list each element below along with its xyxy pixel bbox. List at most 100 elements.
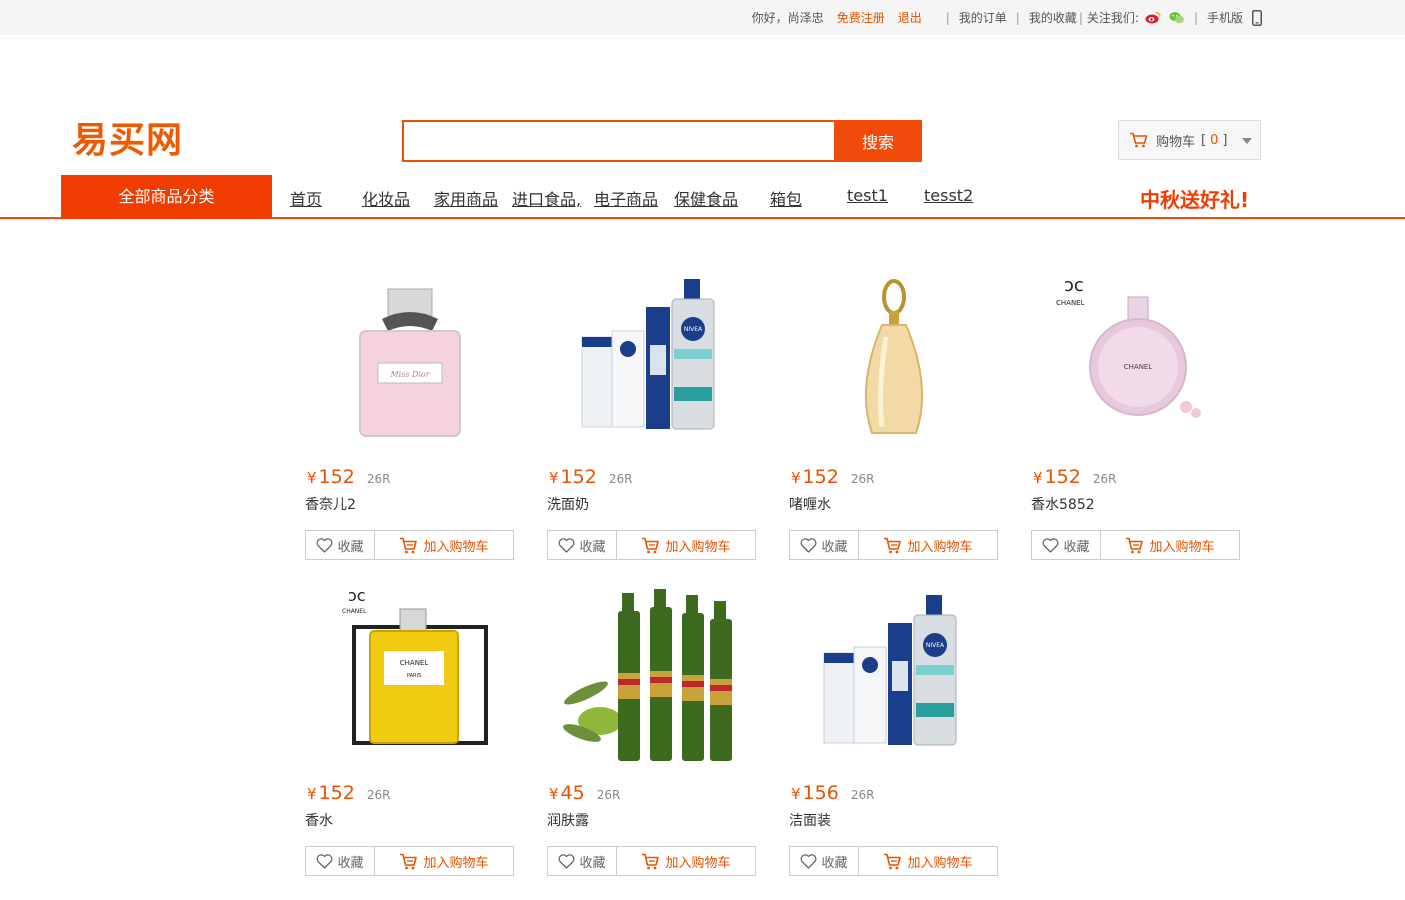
add-to-cart-label: 加入购物车	[665, 539, 731, 555]
add-to-cart-button[interactable]: 加入购物车	[859, 847, 997, 875]
favorite-button[interactable]: 收藏	[548, 531, 617, 559]
search-button[interactable]: 搜索	[834, 120, 922, 162]
product-price-row: ¥ 152 26R	[1033, 466, 1116, 488]
divider: |	[1015, 10, 1020, 25]
product-name[interactable]: 香水5852	[1031, 494, 1095, 514]
nav-item-tesst2[interactable]: tesst2	[924, 186, 973, 205]
cart-button[interactable]: 购物车 [ 0 ]	[1118, 120, 1261, 160]
add-to-cart-button[interactable]: 加入购物车	[1101, 531, 1239, 559]
heart-icon	[559, 537, 575, 553]
product-name[interactable]: 洗面奶	[547, 494, 589, 514]
product-name[interactable]: 香水	[305, 810, 333, 830]
shopping-cart-icon	[400, 537, 418, 553]
currency-symbol: ¥	[791, 785, 801, 803]
heart-icon	[317, 537, 333, 553]
shopping-cart-icon	[642, 853, 660, 869]
nav-item-electronics[interactable]: 电子商品	[594, 186, 658, 210]
currency-symbol: ¥	[307, 785, 317, 803]
mobile-version-link[interactable]: 手机版	[1207, 9, 1243, 26]
follow-us-label: 关注我们:	[1086, 11, 1139, 25]
product-price: 45	[560, 782, 585, 804]
product-actions: 收藏 加入购物车	[547, 530, 756, 560]
product-price-row: ¥ 152 26R	[307, 782, 390, 804]
favorite-button[interactable]: 收藏	[306, 847, 375, 875]
divider: |	[1193, 10, 1198, 25]
site-logo[interactable]: 易买网	[72, 117, 183, 163]
product-image[interactable]	[789, 262, 999, 452]
favorite-button[interactable]: 收藏	[790, 847, 859, 875]
product-name[interactable]: 洁面装	[789, 810, 831, 830]
favorite-label: 收藏	[579, 855, 606, 871]
product-price-row: ¥ 152 26R	[307, 466, 390, 488]
product-image[interactable]	[305, 578, 515, 768]
product-image[interactable]	[305, 262, 515, 452]
add-to-cart-button[interactable]: 加入购物车	[859, 531, 997, 559]
product-actions: 收藏 加入购物车	[1031, 530, 1240, 560]
heart-icon	[317, 853, 333, 869]
product-price: 152	[802, 466, 839, 488]
phone-icon[interactable]	[1252, 9, 1262, 26]
divider: |	[1078, 10, 1083, 25]
product-card: ¥ 45 26R 润肤露 收藏 加入购物车	[547, 578, 757, 878]
add-to-cart-button[interactable]: 加入购物车	[375, 847, 513, 875]
my-orders-link[interactable]: 我的订单	[959, 9, 1007, 26]
nav-item-imported-food[interactable]: 进口食品,	[512, 186, 581, 210]
product-image[interactable]	[1031, 262, 1241, 452]
nav-item-test1[interactable]: test1	[847, 186, 888, 205]
add-to-cart-label: 加入购物车	[423, 539, 489, 555]
product-name[interactable]: 啫喱水	[789, 494, 831, 514]
register-link[interactable]: 免费注册	[837, 9, 885, 26]
product-card: ¥ 152 26R 香水5852 收藏 加入购物车	[1031, 262, 1241, 562]
currency-symbol: ¥	[549, 469, 559, 487]
favorite-button[interactable]: 收藏	[790, 531, 859, 559]
favorite-label: 收藏	[821, 855, 848, 871]
nav-item-home[interactable]: 首页	[290, 186, 322, 210]
all-categories-button[interactable]: 全部商品分类	[61, 175, 272, 219]
favorite-button[interactable]: 收藏	[306, 531, 375, 559]
product-price-row: ¥ 45 26R	[549, 782, 620, 804]
product-price: 152	[560, 466, 597, 488]
favorite-label: 收藏	[337, 855, 364, 871]
product-image[interactable]	[547, 262, 757, 452]
favorite-label: 收藏	[821, 539, 848, 555]
search-input[interactable]	[402, 120, 834, 162]
mid-autumn-promo[interactable]: 中秋送好礼!	[1140, 184, 1249, 213]
product-image[interactable]	[547, 578, 757, 768]
product-card: ¥ 152 26R 洗面奶 收藏 加入购物车	[547, 262, 757, 562]
heart-icon	[559, 853, 575, 869]
add-to-cart-button[interactable]: 加入购物车	[617, 847, 755, 875]
product-price-row: ¥ 152 26R	[791, 466, 874, 488]
cart-label: 购物车	[1156, 134, 1196, 150]
shopping-cart-icon	[884, 853, 902, 869]
wechat-icon[interactable]	[1169, 11, 1185, 24]
shopping-cart-icon	[400, 853, 418, 869]
shopping-cart-icon	[1130, 132, 1148, 148]
heart-icon	[801, 853, 817, 869]
product-name[interactable]: 香奈儿2	[305, 494, 356, 514]
product-card: ¥ 152 26R 香水 收藏 加入购物车	[305, 578, 515, 878]
shopping-cart-icon	[642, 537, 660, 553]
favorite-label: 收藏	[1063, 539, 1090, 555]
product-actions: 收藏 加入购物车	[305, 846, 514, 876]
favorite-button[interactable]: 收藏	[1032, 531, 1101, 559]
product-image[interactable]	[789, 578, 999, 768]
my-favorites-link[interactable]: 我的收藏	[1029, 9, 1077, 26]
add-to-cart-label: 加入购物车	[423, 855, 489, 871]
nav-item-household[interactable]: 家用商品	[434, 186, 498, 210]
product-name[interactable]: 润肤露	[547, 810, 589, 830]
weibo-icon[interactable]	[1145, 11, 1161, 24]
nav-item-cosmetics[interactable]: 化妆品	[362, 186, 410, 210]
currency-symbol: ¥	[791, 469, 801, 487]
heart-icon	[1043, 537, 1059, 553]
nav-item-bags[interactable]: 箱包	[770, 186, 802, 210]
add-to-cart-button[interactable]: 加入购物车	[375, 531, 513, 559]
nav-item-health-food[interactable]: 保健食品	[674, 186, 738, 210]
add-to-cart-button[interactable]: 加入购物车	[617, 531, 755, 559]
product-card: ¥ 152 26R 啫喱水 收藏 加入购物车	[789, 262, 999, 562]
add-to-cart-label: 加入购物车	[907, 539, 973, 555]
favorite-button[interactable]: 收藏	[548, 847, 617, 875]
product-sold-count: 26R	[850, 788, 875, 802]
search-bar: 搜索	[402, 120, 922, 162]
logout-link[interactable]: 退出	[898, 9, 922, 26]
category-nav: 全部商品分类 首页 化妆品 家用商品 进口食品, 电子商品 保健食品 箱包 te…	[0, 175, 1405, 219]
